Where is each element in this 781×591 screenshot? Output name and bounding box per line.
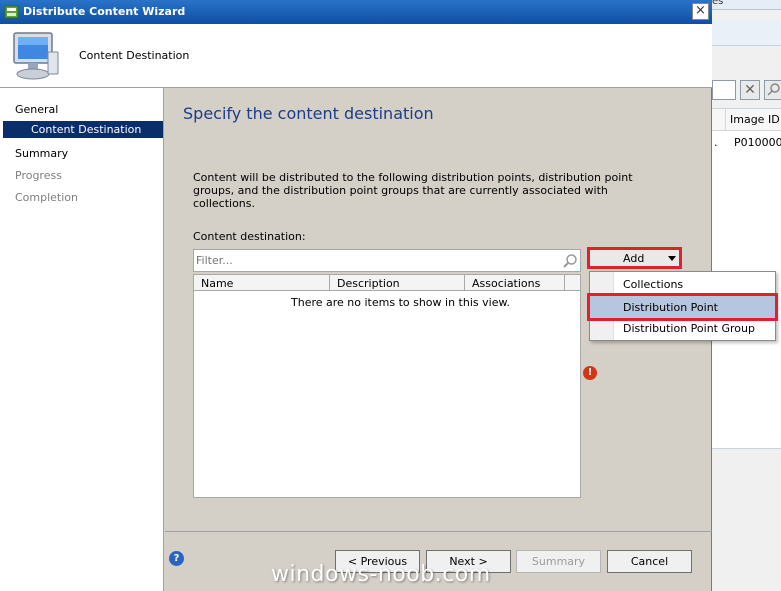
background-column-separator bbox=[725, 109, 726, 131]
footer-separator bbox=[165, 531, 712, 532]
nav-item-label: Content Destination bbox=[31, 123, 142, 136]
error-icon[interactable]: ! bbox=[583, 366, 597, 380]
watermark-text: windows-noob.com bbox=[271, 562, 491, 587]
nav-item-progress: Progress bbox=[15, 169, 62, 182]
column-label: Name bbox=[201, 277, 234, 290]
computer-monitor-icon bbox=[13, 32, 59, 80]
background-ribbon-band bbox=[712, 20, 781, 46]
wizard-app-icon bbox=[4, 5, 19, 19]
column-header-description[interactable]: Description bbox=[330, 275, 465, 291]
destination-list[interactable]: Name Description Associations There are … bbox=[193, 274, 581, 498]
background-grid-header: Image ID bbox=[712, 109, 781, 131]
nav-item-content-destination[interactable]: Content Destination bbox=[3, 121, 163, 138]
empty-list-message: There are no items to show in this view. bbox=[291, 296, 510, 309]
filter-box[interactable] bbox=[193, 249, 581, 272]
close-icon: × bbox=[695, 3, 706, 18]
wizard-dialog: Distribute Content Wizard × Content Dest… bbox=[0, 0, 778, 591]
page-title: Specify the content destination bbox=[183, 104, 434, 123]
dropdown-arrow-icon bbox=[668, 256, 676, 261]
add-dropdown-menu: Collections Distribution Point Distribut… bbox=[587, 271, 778, 341]
background-search-input[interactable] bbox=[712, 80, 736, 100]
column-label: Description bbox=[337, 277, 400, 290]
background-search-button[interactable] bbox=[764, 80, 781, 100]
nav-item-summary[interactable]: Summary bbox=[15, 147, 68, 160]
column-header-filler bbox=[565, 275, 580, 291]
window-title: Distribute Content Wizard bbox=[23, 5, 186, 18]
menu-item-collections[interactable]: Collections bbox=[590, 273, 775, 295]
background-clear-button[interactable]: ✕ bbox=[740, 80, 760, 100]
page-description: Content will be distributed to the follo… bbox=[193, 171, 633, 210]
summary-button: Summary bbox=[516, 550, 601, 573]
background-search-icon bbox=[767, 83, 780, 96]
search-icon[interactable] bbox=[562, 253, 578, 269]
close-button[interactable]: × bbox=[692, 3, 709, 20]
menu-item-distribution-point[interactable]: Distribution Point bbox=[587, 293, 778, 321]
column-header-associations[interactable]: Associations bbox=[465, 275, 565, 291]
add-button-label: Add bbox=[623, 252, 645, 265]
column-header-name[interactable]: Name bbox=[194, 275, 330, 291]
help-icon[interactable]: ? bbox=[169, 551, 184, 566]
cancel-button[interactable]: Cancel bbox=[607, 550, 692, 573]
background-cell-prefix: . bbox=[714, 136, 718, 149]
content-destination-label: Content destination: bbox=[193, 230, 306, 243]
menu-item-label: Collections bbox=[623, 278, 684, 291]
background-column-image-id[interactable]: Image ID bbox=[730, 113, 780, 126]
filter-input[interactable] bbox=[196, 252, 556, 269]
background-tab-label[interactable]: es bbox=[712, 0, 723, 7]
add-button[interactable]: Add bbox=[587, 247, 682, 269]
header-title: Content Destination bbox=[79, 49, 190, 62]
wizard-navigation: General Content Destination Summary Prog… bbox=[0, 88, 164, 591]
background-tabstrip: es bbox=[712, 0, 781, 10]
column-label: Associations bbox=[472, 277, 541, 290]
menu-item-label: Distribution Point bbox=[623, 301, 718, 314]
menu-item-label: Distribution Point Group bbox=[623, 322, 755, 335]
nav-item-general[interactable]: General bbox=[15, 103, 58, 116]
background-details-pane bbox=[712, 448, 781, 591]
menu-item-distribution-point-group[interactable]: Distribution Point Group bbox=[590, 317, 775, 339]
background-cell-image-id[interactable]: P010000A bbox=[734, 136, 781, 149]
title-bar[interactable]: Distribute Content Wizard × bbox=[0, 0, 712, 24]
wizard-header: Content Destination bbox=[0, 24, 712, 88]
nav-item-completion: Completion bbox=[15, 191, 79, 204]
